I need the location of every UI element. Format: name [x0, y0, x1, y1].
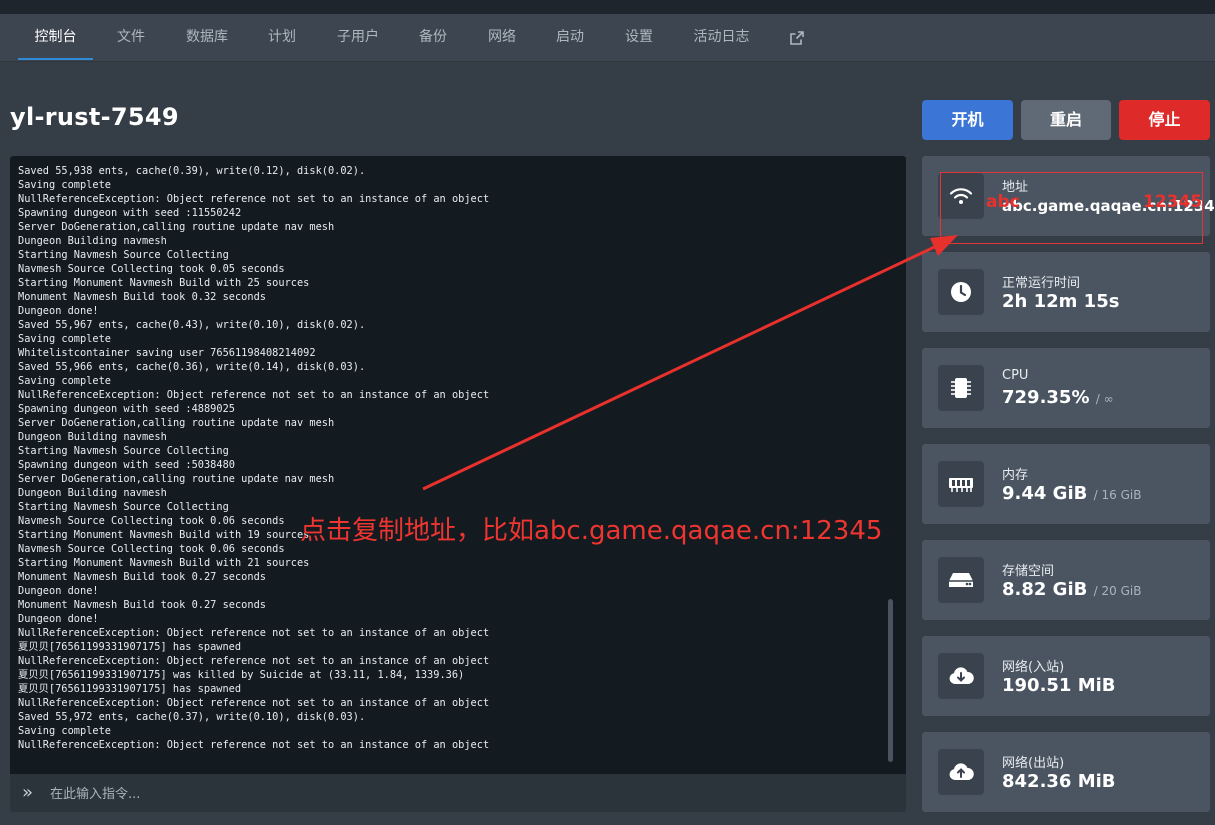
- external-link-icon[interactable]: [787, 14, 807, 61]
- stat-value: 190.51 MiB: [1002, 675, 1116, 696]
- console-line: 夏贝贝[76561199331907175] has spawned: [18, 641, 242, 653]
- cpu-chip-icon: [938, 365, 984, 411]
- stat-value: 729.35% / ∞: [1002, 387, 1114, 408]
- annotation-text: 点击复制地址，比如abc.game.qaqae.cn:12345: [300, 516, 883, 546]
- cloud-upload-icon: [938, 749, 984, 795]
- cpu-value: 729.35%: [1002, 387, 1090, 408]
- main-nav: 控制台 文件 数据库 计划 子用户 备份 网络 启动 设置 活动日志: [0, 14, 1215, 62]
- console-line: Dungeon Building navmesh: [18, 235, 167, 247]
- disk-limit: / 20 GiB: [1093, 584, 1142, 598]
- address-suffix-overlay: 12345: [1143, 192, 1203, 212]
- console-line: NullReferenceException: Object reference…: [18, 739, 490, 751]
- tab-console[interactable]: 控制台: [18, 14, 93, 61]
- console-line: Saved 55,966 ents, cache(0.36), write(0.…: [18, 361, 366, 373]
- console-line: Server DoGeneration,calling routine upda…: [18, 417, 335, 429]
- console-output[interactable]: Saved 55,938 ents, cache(0.39), write(0.…: [10, 156, 906, 774]
- memory-value: 9.44 GiB: [1002, 483, 1088, 504]
- start-button[interactable]: 开机: [922, 100, 1013, 140]
- command-bar: »: [10, 774, 906, 812]
- console-line: NullReferenceException: Object reference…: [18, 193, 490, 205]
- console-line: Starting Monument Navmesh Build with 21 …: [18, 557, 310, 569]
- stat-label: 网络(入站): [1002, 660, 1065, 675]
- console-lines: Saved 55,938 ents, cache(0.39), write(0.…: [18, 164, 886, 752]
- stat-card-memory: 内存 9.44 GiB / 16 GiB: [922, 444, 1210, 524]
- stat-label: 网络(出站): [1002, 756, 1065, 771]
- console-line: Dungeon done!: [18, 305, 99, 317]
- console-line: NullReferenceException: Object reference…: [18, 697, 490, 709]
- memory-icon: [938, 461, 984, 507]
- console-line: Monument Navmesh Build took 0.32 seconds: [18, 291, 266, 303]
- console-line: Starting Navmesh Source Collecting: [18, 249, 229, 261]
- console-line: Navmesh Source Collecting took 0.05 seco…: [18, 263, 285, 275]
- stat-card-uptime: 正常运行时间 2h 12m 15s: [922, 252, 1210, 332]
- memory-limit: / 16 GiB: [1093, 488, 1142, 502]
- console-line: 夏贝贝[76561199331907175] was killed by Sui…: [18, 669, 465, 681]
- console-line: 夏贝贝[76561199331907175] has spawned: [18, 683, 242, 695]
- console-line: NullReferenceException: Object reference…: [18, 627, 490, 639]
- console-line: Dungeon done!: [18, 613, 99, 625]
- tab-activity[interactable]: 活动日志: [684, 14, 759, 61]
- console-line: Saved 55,972 ents, cache(0.37), write(0.…: [18, 711, 366, 723]
- prompt-chevron-icon: »: [22, 782, 34, 803]
- tab-files[interactable]: 文件: [108, 14, 154, 61]
- console-line: Starting Monument Navmesh Build with 25 …: [18, 277, 310, 289]
- console-line: Whitelistcontainer saving user 765611984…: [18, 347, 316, 359]
- console-line: Server DoGeneration,calling routine upda…: [18, 473, 335, 485]
- stat-value: 8.82 GiB / 20 GiB: [1002, 579, 1141, 600]
- stat-label: CPU: [1002, 368, 1029, 383]
- wifi-icon: [938, 173, 984, 219]
- console-line: Saving complete: [18, 333, 111, 345]
- stat-label: 内存: [1002, 468, 1029, 483]
- console-line: Saving complete: [18, 179, 111, 191]
- console-line: Dungeon done!: [18, 585, 99, 597]
- stat-card-cpu: CPU 729.35% / ∞: [922, 348, 1210, 428]
- console-line: Starting Navmesh Source Collecting: [18, 445, 229, 457]
- stat-value: 9.44 GiB / 16 GiB: [1002, 483, 1141, 504]
- restart-button[interactable]: 重启: [1021, 100, 1111, 140]
- address-prefix-overlay: abc: [986, 192, 1020, 212]
- tab-databases[interactable]: 数据库: [176, 14, 238, 61]
- stat-card-disk: 存储空间 8.82 GiB / 20 GiB: [922, 540, 1210, 620]
- tab-network[interactable]: 网络: [478, 14, 526, 61]
- cpu-limit: / ∞: [1095, 392, 1114, 406]
- tab-schedules[interactable]: 计划: [258, 14, 306, 61]
- command-input[interactable]: [48, 782, 872, 806]
- hard-drive-icon: [938, 557, 984, 603]
- tab-startup[interactable]: 启动: [546, 14, 594, 61]
- console-line: Dungeon Building navmesh: [18, 487, 167, 499]
- clock-icon: [938, 269, 984, 315]
- stat-card-network-in: 网络(入站) 190.51 MiB: [922, 636, 1210, 716]
- cloud-download-icon: [938, 653, 984, 699]
- stat-card-network-out: 网络(出站) 842.36 MiB: [922, 732, 1210, 812]
- stat-value: 842.36 MiB: [1002, 771, 1116, 792]
- disk-value: 8.82 GiB: [1002, 579, 1088, 600]
- stat-value: 2h 12m 15s: [1002, 291, 1120, 312]
- console-line: Saving complete: [18, 375, 111, 387]
- top-strip: [0, 0, 1215, 14]
- server-name: yl-rust-7549: [10, 103, 179, 131]
- stat-label: 存储空间: [1002, 564, 1055, 579]
- console-line: NullReferenceException: Object reference…: [18, 389, 490, 401]
- console-line: Dungeon Building navmesh: [18, 431, 167, 443]
- tab-users[interactable]: 子用户: [327, 14, 389, 61]
- console-line: Monument Navmesh Build took 0.27 seconds: [18, 599, 266, 611]
- stat-label: 正常运行时间: [1002, 276, 1081, 291]
- console-line: Spawning dungeon with seed :4889025: [18, 403, 235, 415]
- console-line: NullReferenceException: Object reference…: [18, 655, 490, 667]
- console-line: Saving complete: [18, 725, 111, 737]
- console-line: Saved 55,967 ents, cache(0.43), write(0.…: [18, 319, 366, 331]
- console-line: Spawning dungeon with seed :5038480: [18, 459, 235, 471]
- console-line: Saved 55,938 ents, cache(0.39), write(0.…: [18, 165, 366, 177]
- console-line: Server DoGeneration,calling routine upda…: [18, 221, 335, 233]
- tab-backups[interactable]: 备份: [409, 14, 457, 61]
- console-scrollbar[interactable]: [888, 599, 893, 762]
- stop-button[interactable]: 停止: [1119, 100, 1210, 140]
- console-line: Spawning dungeon with seed :11550242: [18, 207, 242, 219]
- tab-settings[interactable]: 设置: [615, 14, 663, 61]
- console-line: Monument Navmesh Build took 0.27 seconds: [18, 571, 266, 583]
